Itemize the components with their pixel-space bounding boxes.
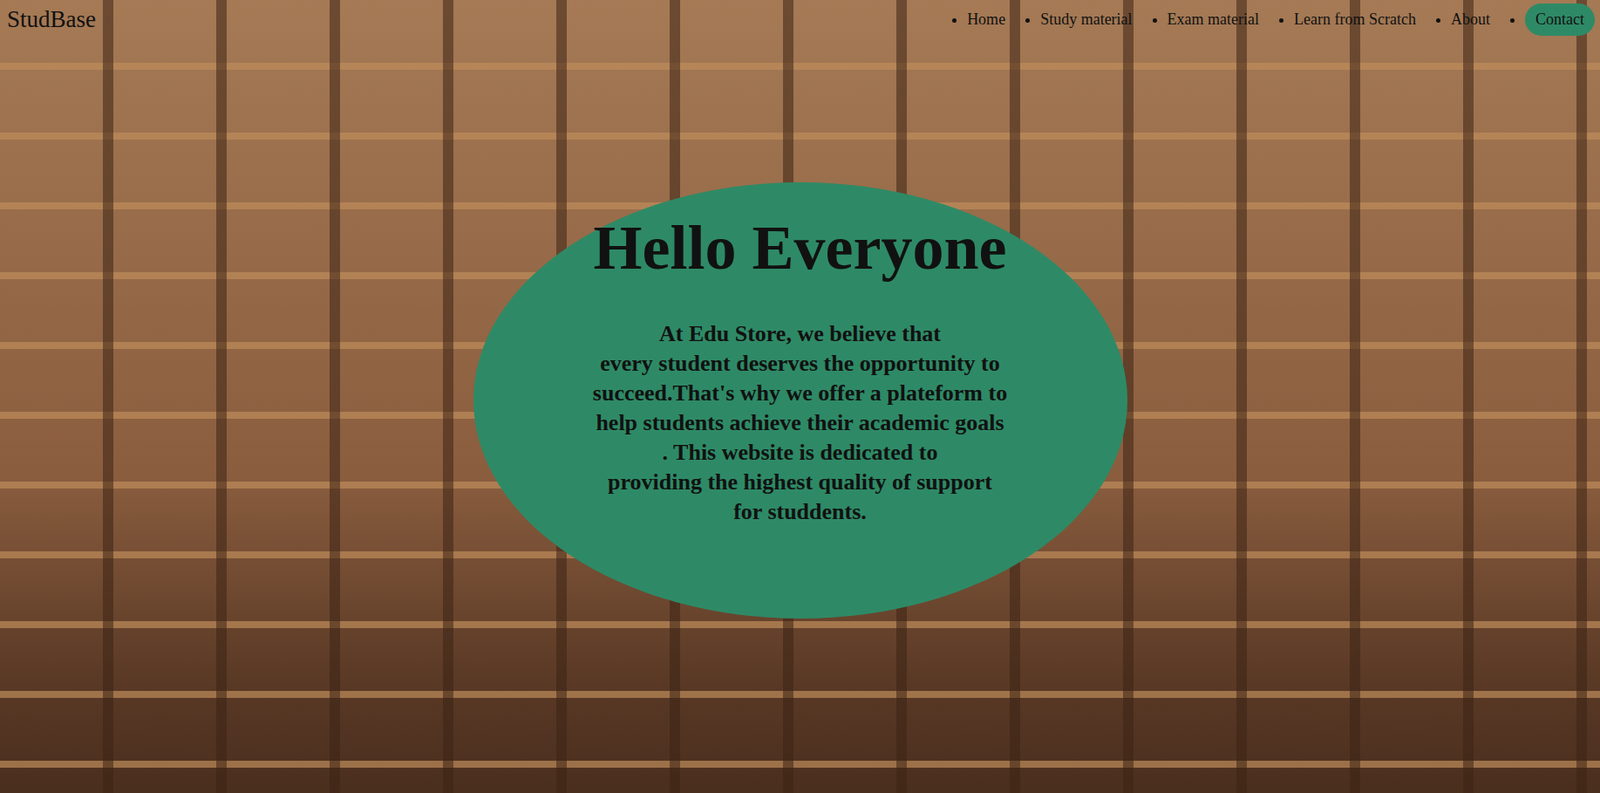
nav-link[interactable]: About bbox=[1450, 10, 1491, 29]
contact-button[interactable]: Contact bbox=[1525, 3, 1595, 36]
hero-text-line: At Edu Store, we believe that bbox=[659, 319, 941, 349]
library-background: StudBase Home Study material Exam material L… bbox=[0, 0, 1600, 793]
nav-link[interactable]: Home bbox=[966, 10, 1006, 29]
hero-text-line: providing the highest quality of support bbox=[607, 467, 993, 498]
nav-links: Home Study material Exam material Learn fro… bbox=[958, 3, 1595, 36]
hero-text-line: for studdents. bbox=[733, 497, 867, 527]
logo[interactable]: StudBase bbox=[6, 6, 96, 34]
hero: Hello Everyone At Edu Store, we believe t… bbox=[0, 35, 1600, 619]
nav-link[interactable]: Exam material bbox=[1167, 10, 1260, 29]
hero-text: At Edu Store, we believe thatevery stude… bbox=[592, 319, 1008, 527]
hero-text-line: succeed.That's why we offer a plateform … bbox=[592, 378, 1008, 409]
welcome-oval: Hello Everyone At Edu Store, we believe t… bbox=[473, 182, 1128, 619]
hero-text-line: help students achieve their academic goa… bbox=[595, 408, 1004, 438]
hero-title: Hello Everyone bbox=[593, 213, 1008, 283]
nav-link[interactable]: Study material bbox=[1040, 10, 1132, 29]
nav-contact-item: Contact bbox=[1525, 3, 1595, 36]
navbar: StudBase Home Study material Exam material L… bbox=[0, 0, 1600, 36]
nav-link[interactable]: Learn from Scratch bbox=[1293, 10, 1417, 29]
hero-text-line: every student deserves the opportunity t… bbox=[599, 348, 1001, 379]
hero-text-line: . This website is dedicated to bbox=[662, 437, 939, 468]
